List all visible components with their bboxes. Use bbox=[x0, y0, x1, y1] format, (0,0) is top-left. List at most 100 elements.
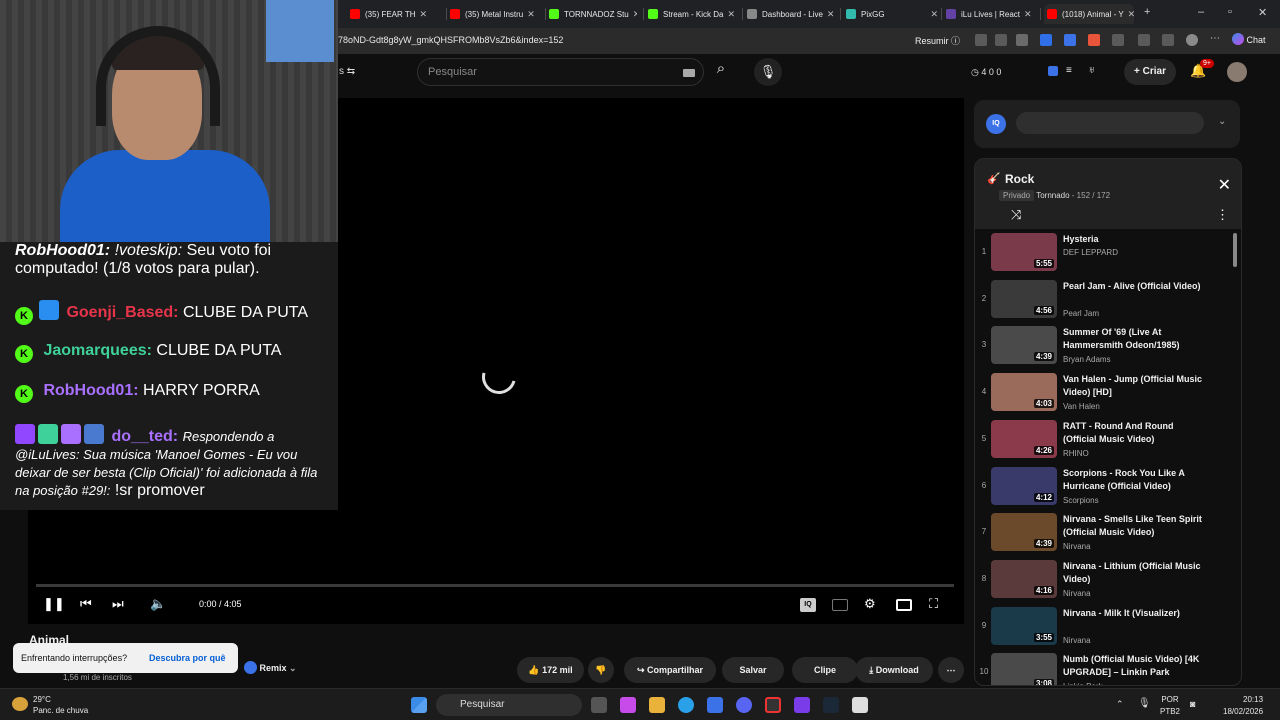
browser-tab[interactable]: iLu Lives | React ✕ bbox=[946, 4, 1038, 24]
playlist-thumbnail[interactable]: 3:55 bbox=[991, 606, 1057, 645]
playlist-item[interactable]: 7 4:39 Nirvana - Smells Like Teen Spirit (… bbox=[975, 511, 1237, 557]
avatar[interactable] bbox=[1227, 62, 1247, 82]
close-icon[interactable]: ✕ bbox=[1128, 9, 1134, 20]
remix-button[interactable]: Remix ⌄ bbox=[244, 661, 312, 681]
playlist-item[interactable]: 3 4:39 Summer Of '69 (Live At Hammersmith … bbox=[975, 324, 1237, 370]
playlist-thumbnail[interactable]: 3:08 bbox=[991, 653, 1057, 685]
scrollbar[interactable] bbox=[1233, 233, 1237, 267]
extension-player-icon[interactable]: IQ bbox=[800, 598, 816, 612]
extension-icon[interactable] bbox=[975, 34, 987, 46]
playlist-item-channel[interactable]: Nirvana bbox=[1063, 636, 1091, 645]
clock[interactable]: 20:13 18/02/2026 bbox=[1223, 694, 1263, 718]
browser-tab[interactable]: Dashboard - Live ✕ bbox=[747, 4, 837, 24]
shuffle-icon[interactable]: ⤨ bbox=[1011, 207, 1021, 223]
extension-icon[interactable] bbox=[1048, 66, 1058, 76]
close-icon[interactable]: ✕ bbox=[930, 9, 938, 20]
playlist-item-title[interactable]: Pearl Jam - Alive (Official Video) bbox=[1063, 280, 1203, 293]
search-box[interactable]: Pesquisar bbox=[417, 58, 704, 86]
url-field[interactable]: 78oND-Gdt8g8yW_gmkQHSFROMb8VsZb6&index=1… bbox=[338, 35, 563, 45]
playlist-item-title[interactable]: Numb (Official Music Video) [4K UPGRADE]… bbox=[1063, 653, 1203, 679]
shield-icon[interactable] bbox=[1040, 34, 1052, 46]
task-view-icon[interactable] bbox=[591, 697, 607, 713]
refresh-icon[interactable] bbox=[1112, 34, 1124, 46]
browser-tab[interactable]: (35) FEAR TH ✕ bbox=[350, 4, 442, 24]
notepad-icon[interactable] bbox=[852, 697, 868, 713]
filter-icon[interactable]: s ⇆ bbox=[339, 66, 355, 77]
browser-tab-active[interactable]: (1018) Animal - Y ✕ bbox=[1044, 4, 1134, 24]
playlist-item-channel[interactable]: Van Halen bbox=[1063, 402, 1100, 411]
playlist-item[interactable]: 10 3:08 Numb (Official Music Video) [4K UP… bbox=[975, 651, 1237, 685]
mute-button[interactable]: 🔈 bbox=[150, 596, 166, 612]
weather-widget[interactable]: 29°C Panc. de chuva bbox=[33, 694, 88, 716]
playlist-thumbnail[interactable]: 4:12 bbox=[991, 466, 1057, 505]
playlist-owner[interactable]: Tornnado bbox=[1036, 191, 1069, 200]
playlist-item-title[interactable]: Summer Of '69 (Live At Hammersmith Odeon… bbox=[1063, 326, 1203, 352]
browser-tab[interactable]: Stream - Kick Da ✕ bbox=[648, 4, 738, 24]
playlist-thumbnail[interactable]: 4:39 bbox=[991, 326, 1057, 365]
taskbar-search[interactable]: Pesquisar bbox=[436, 694, 582, 716]
playlist-item[interactable]: 4 4:03 Van Halen - Jump (Official Music Vi… bbox=[975, 371, 1237, 417]
maximize-icon[interactable]: ▫ bbox=[1228, 6, 1232, 18]
progress-bar[interactable] bbox=[36, 584, 954, 587]
favorites-icon[interactable] bbox=[1138, 34, 1150, 46]
playlist-thumbnail[interactable]: 4:56 bbox=[991, 279, 1057, 318]
like-button[interactable]: 👍 172 mil bbox=[517, 657, 584, 683]
close-icon[interactable]: ✕ bbox=[827, 9, 835, 20]
toast-link[interactable]: Descubra por quê bbox=[149, 653, 226, 663]
star-icon[interactable] bbox=[995, 34, 1007, 46]
antenna-icon[interactable]: ♅ bbox=[1088, 65, 1096, 76]
voice-search-button[interactable]: 🎙 bbox=[754, 58, 782, 86]
list-icon[interactable]: ≡ bbox=[1066, 65, 1072, 76]
store-icon[interactable] bbox=[707, 697, 723, 713]
playlist-thumbnail[interactable]: 5:55 bbox=[991, 233, 1057, 271]
playlist-thumbnail[interactable]: 4:16 bbox=[991, 559, 1057, 598]
browser-tab[interactable]: TORNNADOZ Stu ✕ bbox=[549, 4, 637, 24]
download-icon[interactable] bbox=[1162, 34, 1174, 46]
translate-icon[interactable] bbox=[1064, 34, 1076, 46]
close-icon[interactable]: ✕ bbox=[527, 9, 535, 20]
weather-icon[interactable] bbox=[12, 697, 28, 711]
close-window-icon[interactable]: ✕ bbox=[1258, 6, 1267, 19]
playlist-thumbnail[interactable]: 4:03 bbox=[991, 373, 1057, 412]
extension-icon[interactable] bbox=[1016, 34, 1028, 46]
edge-icon[interactable] bbox=[678, 697, 694, 713]
new-tab-icon[interactable]: + bbox=[1144, 6, 1150, 18]
extension-logo-icon[interactable]: IQ bbox=[986, 114, 1006, 134]
fullscreen-icon[interactable]: ⛶ bbox=[929, 596, 938, 612]
playlist-item[interactable]: 1 5:55 Hysteria DEF LEPPARD bbox=[975, 231, 1237, 277]
dislike-button[interactable]: 👎 bbox=[588, 657, 614, 683]
share-button[interactable]: ↪ Compartilhar bbox=[624, 657, 716, 683]
browser-tab[interactable]: (35) Metal Instru ✕ bbox=[450, 4, 542, 24]
language-indicator[interactable]: POR PTB2 bbox=[1160, 694, 1180, 718]
playlist-item-channel[interactable]: Nirvana bbox=[1063, 542, 1091, 551]
playlist-item-channel[interactable]: Bryan Adams bbox=[1063, 355, 1111, 364]
discord-icon[interactable] bbox=[736, 697, 752, 713]
chevron-up-icon[interactable]: ⌃ bbox=[1116, 699, 1124, 710]
more-vert-icon[interactable]: ⋮ bbox=[1216, 207, 1229, 223]
playlist-thumbnail[interactable]: 4:39 bbox=[991, 513, 1057, 552]
playlist-item-title[interactable]: Nirvana - Smells Like Teen Spirit (Offic… bbox=[1063, 513, 1203, 539]
file-explorer-icon[interactable] bbox=[649, 697, 665, 713]
windows-start-icon[interactable] bbox=[411, 697, 427, 713]
playlist-item[interactable]: 2 4:56 Pearl Jam - Alive (Official Video) P… bbox=[975, 278, 1237, 324]
playlist-item-title[interactable]: Nirvana - Lithium (Official Music Video) bbox=[1063, 560, 1203, 586]
chevron-down-icon[interactable]: ⌄ bbox=[1218, 116, 1226, 127]
playlist-item-channel[interactable]: DEF LEPPARD bbox=[1063, 248, 1118, 257]
profile-icon[interactable] bbox=[1186, 34, 1198, 46]
more-actions-button[interactable]: ⋯ bbox=[938, 657, 964, 683]
playlist-item[interactable]: 8 4:16 Nirvana - Lithium (Official Music V… bbox=[975, 558, 1237, 604]
playlist-item[interactable]: 6 4:12 Scorpions - Rock You Like A Hurrica… bbox=[975, 465, 1237, 511]
playlist-item-title[interactable]: Van Halen - Jump (Official Music Video) … bbox=[1063, 373, 1203, 399]
playlist-thumbnail[interactable]: 4:26 bbox=[991, 419, 1057, 458]
more-icon[interactable]: ⋯ bbox=[1210, 34, 1222, 46]
playlist-item-channel[interactable]: Scorpions bbox=[1063, 496, 1099, 505]
close-icon[interactable]: ✕ bbox=[1218, 175, 1231, 195]
playlist-item-channel[interactable]: RHINO bbox=[1063, 449, 1089, 458]
save-button[interactable]: Salvar bbox=[722, 657, 784, 683]
close-icon[interactable]: ✕ bbox=[1024, 9, 1032, 20]
playlist-item-channel[interactable]: Pearl Jam bbox=[1063, 309, 1099, 318]
playlist-item-channel[interactable]: Nirvana bbox=[1063, 589, 1091, 598]
playlist-item-title[interactable]: Hysteria bbox=[1063, 233, 1203, 246]
resume-button[interactable]: Resumir ⓘ bbox=[915, 34, 960, 47]
close-icon[interactable]: ✕ bbox=[420, 9, 428, 20]
